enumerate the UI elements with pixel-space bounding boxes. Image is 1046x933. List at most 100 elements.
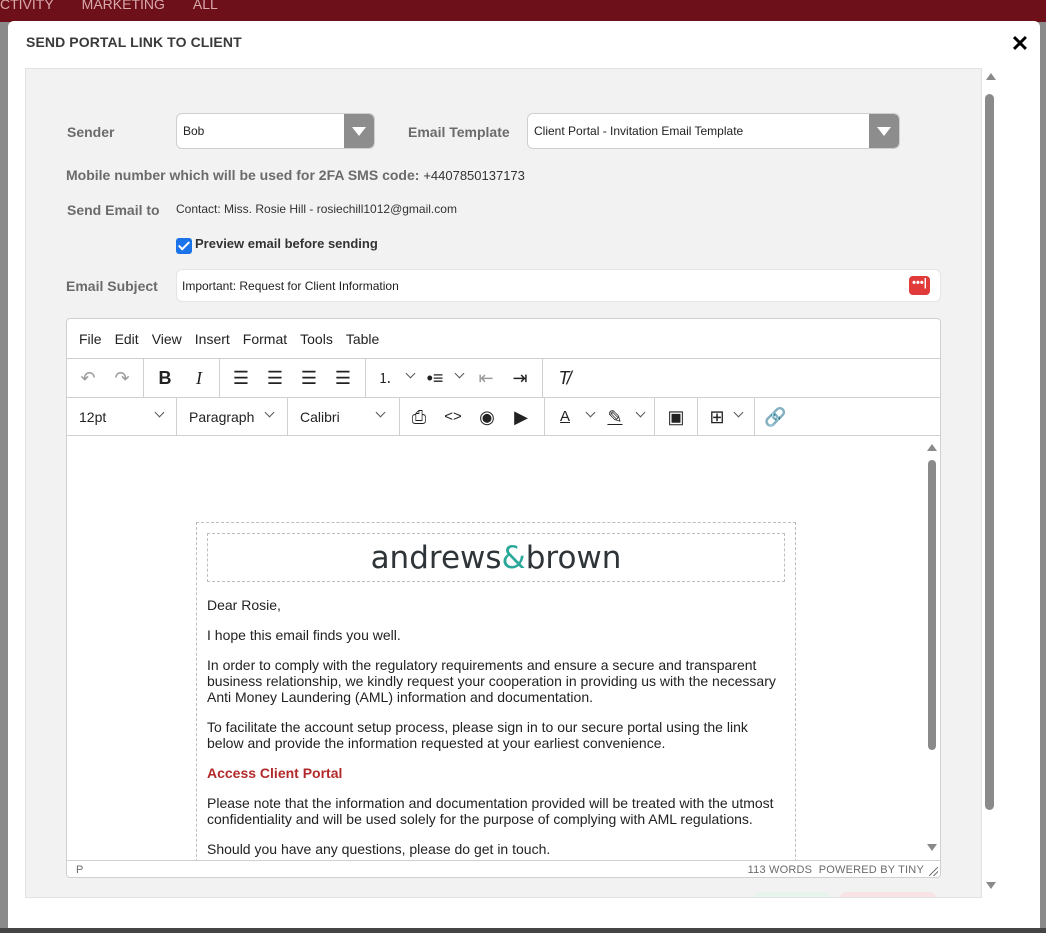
menu-insert[interactable]: Insert — [195, 331, 230, 347]
align-left-icon[interactable]: ☰ — [230, 367, 252, 389]
preview-label: Preview email before sending — [195, 236, 378, 251]
redo-icon[interactable]: ↷ — [111, 367, 133, 389]
email-greeting: Dear Rosie, — [207, 597, 281, 613]
cancel-button[interactable] — [839, 892, 937, 897]
powered-by-tiny[interactable]: POWERED BY TINY — [819, 864, 924, 876]
menu-edit[interactable]: Edit — [115, 331, 139, 347]
link-icon[interactable]: 🔗 — [764, 406, 786, 428]
element-path[interactable]: P — [76, 864, 83, 876]
chevron-down-icon[interactable] — [406, 370, 416, 380]
table-icon[interactable]: ⊞ — [706, 406, 728, 428]
password-manager-icon[interactable]: •••| — [909, 276, 930, 295]
editor-menubar: File Edit View Insert Format Tools Table — [67, 319, 940, 358]
chevron-down-icon[interactable] — [455, 370, 465, 380]
preview-eye-icon[interactable]: ◉ — [476, 406, 498, 428]
close-icon[interactable]: ✕ — [1009, 33, 1031, 55]
mobile-number: +4407850137173 — [423, 168, 525, 183]
scroll-up-arrow[interactable] — [986, 73, 996, 80]
numbered-list-icon[interactable]: ⒈ — [374, 367, 396, 389]
sender-label: Sender — [67, 124, 115, 140]
background-footer — [0, 928, 1046, 933]
email-paragraph-2: In order to comply with the regulatory r… — [207, 657, 776, 705]
company-logo: andrews&brown — [370, 540, 622, 576]
font-family-select[interactable]: Calibri — [288, 398, 400, 436]
editor-toolbar-2: 12pt Paragraph Calibri ⎙ <> ◉ ▶ A ✎ ▣ ⊞ … — [67, 397, 940, 436]
scroll-down-arrow[interactable] — [927, 844, 937, 851]
menu-format[interactable]: Format — [243, 331, 287, 347]
scroll-down-arrow[interactable] — [986, 882, 996, 889]
clear-formatting-icon[interactable]: T̸ — [553, 367, 575, 389]
mobile-label: Mobile number which will be used for 2FA… — [66, 167, 525, 183]
bold-icon[interactable]: B — [154, 367, 176, 389]
undo-icon[interactable]: ↶ — [77, 367, 99, 389]
menu-table[interactable]: Table — [346, 331, 379, 347]
email-body: andrews&brown Dear Rosie, I hope this em… — [196, 522, 796, 860]
block-format-value: Paragraph — [189, 409, 255, 425]
editor-scrollbar[interactable] — [928, 460, 936, 750]
send-portal-link-modal: SEND PORTAL LINK TO CLIENT ✕ Sender Bob … — [8, 21, 1040, 928]
print-icon[interactable]: ⎙ — [408, 406, 430, 428]
align-center-icon[interactable]: ☰ — [264, 367, 286, 389]
bullet-list-icon[interactable]: •≡ — [424, 367, 446, 389]
editor-toolbar-1: ↶ ↷ B I ☰ ☰ ☰ ☰ ⒈ •≡ ⇤ ⇥ T̸ — [67, 358, 940, 397]
align-justify-icon[interactable]: ☰ — [332, 367, 354, 389]
text-color-icon[interactable]: A — [554, 406, 576, 428]
email-subject-input[interactable]: Important: Request for Client Informatio… — [176, 269, 941, 302]
source-code-icon[interactable]: <> — [442, 406, 464, 428]
modal-title: SEND PORTAL LINK TO CLIENT — [26, 34, 242, 50]
nav-item-activity: CTIVITY — [0, 0, 54, 12]
media-icon[interactable]: ▶ — [510, 406, 532, 428]
send-email-to-label: Send Email to — [67, 202, 160, 218]
email-paragraph-1: I hope this email finds you well. — [207, 627, 401, 643]
outdent-icon[interactable]: ⇤ — [475, 367, 497, 389]
resize-handle-icon[interactable] — [929, 867, 938, 876]
insert-image-icon[interactable]: ▣ — [665, 406, 687, 428]
email-template-label: Email Template — [408, 124, 510, 140]
background-nav: CTIVITY MARKETING ALL — [0, 0, 1046, 22]
mobile-label-text: Mobile number which will be used for 2FA… — [66, 167, 420, 183]
editor-content[interactable]: andrews&brown Dear Rosie, I hope this em… — [67, 436, 940, 860]
italic-icon[interactable]: I — [188, 367, 210, 389]
indent-icon[interactable]: ⇥ — [509, 367, 531, 389]
modal-scrollbar-thumb[interactable] — [985, 94, 994, 810]
modal-scrollbar[interactable] — [983, 71, 997, 891]
email-template-select[interactable]: Client Portal - Invitation Email Templat… — [527, 113, 900, 149]
menu-file[interactable]: File — [79, 331, 102, 347]
menu-tools[interactable]: Tools — [300, 331, 333, 347]
block-format-select[interactable]: Paragraph — [177, 398, 288, 436]
send-email-to-value: Contact: Miss. Rosie Hill - rosiechill10… — [176, 202, 457, 216]
email-paragraph-5: Should you have any questions, please do… — [207, 841, 551, 857]
chevron-down-icon[interactable] — [869, 114, 899, 148]
menu-view[interactable]: View — [152, 331, 182, 347]
email-subject-label: Email Subject — [66, 278, 158, 294]
email-subject-value: Important: Request for Client Informatio… — [182, 279, 399, 293]
chevron-down-icon[interactable] — [376, 409, 386, 419]
send-button[interactable] — [753, 892, 831, 897]
scroll-up-arrow[interactable] — [927, 444, 937, 451]
font-family-value: Calibri — [300, 409, 340, 425]
font-size-value: 12pt — [79, 409, 107, 425]
sender-select[interactable]: Bob — [176, 113, 375, 149]
sender-value: Bob — [183, 124, 205, 138]
preview-checkbox[interactable] — [176, 238, 192, 254]
email-paragraph-3: To facilitate the account setup process,… — [207, 719, 748, 751]
email-paragraph-4: Please note that the information and doc… — [207, 795, 774, 827]
chevron-down-icon[interactable] — [636, 409, 646, 419]
editor-statusbar: P 113 WORDS POWERED BY TINY — [67, 860, 940, 877]
font-size-select[interactable]: 12pt — [67, 398, 177, 436]
chevron-down-icon[interactable] — [265, 409, 275, 419]
align-right-icon[interactable]: ☰ — [298, 367, 320, 389]
modal-body: Sender Bob Email Template Client Portal … — [25, 68, 982, 898]
access-client-portal-link[interactable]: Access Client Portal — [207, 765, 787, 781]
chevron-down-icon[interactable] — [344, 114, 374, 148]
chevron-down-icon[interactable] — [586, 409, 596, 419]
nav-item-all: ALL — [192, 0, 218, 12]
highlight-color-icon[interactable]: ✎ — [604, 406, 626, 428]
chevron-down-icon[interactable] — [155, 409, 165, 419]
nav-item-marketing: MARKETING — [81, 0, 165, 12]
logo-container: andrews&brown — [207, 533, 785, 582]
rich-text-editor: File Edit View Insert Format Tools Table… — [66, 318, 941, 878]
email-template-value: Client Portal - Invitation Email Templat… — [534, 124, 744, 138]
chevron-down-icon[interactable] — [734, 409, 744, 419]
word-count: 113 WORDS POWERED BY TINY — [747, 864, 924, 876]
